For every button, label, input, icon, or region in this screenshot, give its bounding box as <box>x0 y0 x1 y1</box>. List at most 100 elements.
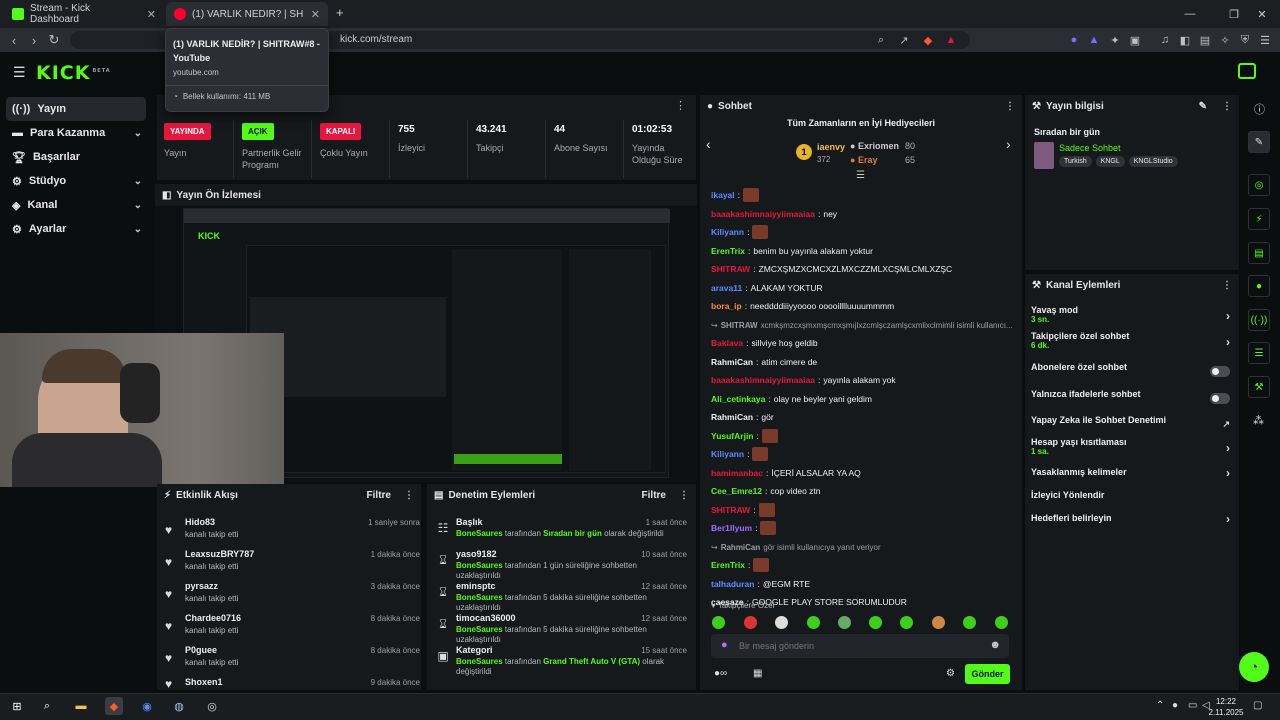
document-icon[interactable]: ▤ <box>1248 242 1270 264</box>
chat-username[interactable]: arava11 <box>711 283 742 293</box>
activity-user[interactable]: pyrsazz <box>185 581 218 591</box>
steam-icon[interactable]: ◍ <box>170 697 188 715</box>
chat-username[interactable]: baaakashimnaiyyiimaaiaa <box>711 375 815 385</box>
browser-tab-kick[interactable]: Stream - Kick Dashboard ✕ <box>4 2 164 26</box>
chat-username[interactable]: SHITRAW <box>711 505 750 515</box>
chat-emote[interactable] <box>753 558 770 572</box>
kick-logo[interactable]: KICK BETA <box>36 62 111 84</box>
chat-username[interactable]: baaakashimnaiyyiimaaiaa <box>711 209 815 219</box>
chat-username[interactable]: Baklava <box>711 338 743 348</box>
toggle-switch[interactable] <box>1210 393 1230 404</box>
search-icon[interactable]: ⌕ <box>38 697 56 715</box>
gifter-name[interactable]: Eray <box>858 155 878 165</box>
chat-emote[interactable] <box>752 447 769 461</box>
chat-input-box[interactable]: ● ☻ <box>711 634 1009 658</box>
system-clock[interactable]: 12:22 2.11.2025 <box>1206 696 1246 718</box>
vpn-icon[interactable]: ⛨ <box>1238 33 1252 47</box>
chat-username[interactable]: SHITRAW <box>721 321 758 330</box>
network-icon[interactable]: ▭ <box>1188 700 1197 711</box>
more-options-icon[interactable]: ⋮ <box>679 490 689 501</box>
list-icon[interactable]: ☰ <box>1248 342 1270 364</box>
emote-icon[interactable] <box>932 616 945 629</box>
sidebar-icon[interactable]: ◧ <box>1178 33 1192 47</box>
window-close-icon[interactable]: ✕ <box>1244 0 1280 28</box>
wrench-icon[interactable]: ⚒︎ <box>1248 376 1270 398</box>
tag[interactable]: KNGL <box>1095 156 1125 167</box>
kick-shortcut-icon[interactable] <box>1238 63 1256 79</box>
microphone-icon[interactable]: ● <box>1172 700 1178 711</box>
moderator-name[interactable]: BoneSaures <box>456 657 503 666</box>
emote-icon[interactable] <box>744 616 757 629</box>
edit-icon[interactable]: ✎ <box>1199 101 1207 112</box>
brave-shield-icon[interactable]: ◆ <box>921 33 935 47</box>
sidebar-item-ayarlar[interactable]: ⚙ Ayarlar ⌄ <box>6 217 146 241</box>
extension-icon[interactable]: ✦ <box>1108 33 1122 47</box>
sidebar-item-studyo[interactable]: ⚙ Stüdyo ⌄ <box>6 169 146 193</box>
gifter-name[interactable]: iaenvy <box>817 142 845 152</box>
points-icon[interactable]: ●∞ <box>714 668 727 679</box>
emote-icon[interactable] <box>775 616 788 629</box>
stream-category[interactable]: Sadece Sohbet <box>1059 143 1121 153</box>
chat-username[interactable]: Ber1llyum <box>711 523 752 533</box>
moderation-target[interactable]: eminsptc <box>456 581 496 591</box>
activity-user[interactable]: Shoxen1 <box>185 677 223 687</box>
ai-moderation-action[interactable]: Yapay Zeka ile Sohbet Denetimi ↗ <box>1031 415 1234 439</box>
account-age-action[interactable]: Hesap yaşı kısıtlaması 1 sa. › <box>1031 437 1234 461</box>
activity-user[interactable]: Hido83 <box>185 517 215 527</box>
extension-icon[interactable]: ● <box>1067 33 1081 47</box>
emote-icon[interactable] <box>900 616 913 629</box>
moderation-filter-button[interactable]: Filtre <box>642 490 666 501</box>
tray-chevron-icon[interactable]: ⌃ <box>1156 700 1164 711</box>
sidebar-item-para-kazanma[interactable]: ▬ Para Kazanma ⌄ <box>6 121 146 145</box>
emoji-icon[interactable]: ☻ <box>989 639 1001 651</box>
browser-tab-youtube[interactable]: (1) VARLIK NEDİR? | SHITRAW#8 ✕ <box>166 2 328 26</box>
share-icon[interactable]: ↗ <box>897 33 911 47</box>
chat-emote[interactable] <box>743 188 760 202</box>
chat-username[interactable]: ErenTrix <box>711 560 745 570</box>
file-explorer-icon[interactable]: ▬ <box>72 697 90 715</box>
chat-username[interactable]: ErenTrix <box>711 246 745 256</box>
support-chat-icon[interactable]: ◔ <box>1239 652 1269 682</box>
sidebar-item-kanal[interactable]: ◈ Kanal ⌄ <box>6 193 146 217</box>
chat-username[interactable]: RahmiCan <box>711 412 753 422</box>
emote-icon[interactable] <box>838 616 851 629</box>
chat-emote[interactable] <box>752 225 769 239</box>
obs-icon[interactable]: ◎ <box>203 697 221 715</box>
chat-username[interactable]: ikayal <box>711 190 735 200</box>
media-icon[interactable]: ♫ <box>1158 33 1172 47</box>
brave-browser-icon[interactable]: ◆ <box>105 697 123 715</box>
moderation-target[interactable]: yaso9182 <box>456 549 497 559</box>
chat-username[interactable]: RahmiCan <box>721 543 761 552</box>
mic-icon[interactable]: ● <box>721 639 728 651</box>
windows-start-icon[interactable]: ⊞ <box>8 697 26 715</box>
tag[interactable]: KNGLStudio <box>1128 156 1178 167</box>
chat-settings-icon[interactable]: ⚙ <box>946 668 955 679</box>
more-options-icon[interactable]: ⋮ <box>675 99 686 112</box>
minimize-icon[interactable]: — <box>1172 0 1208 28</box>
edit-layout-icon[interactable]: ✎ <box>1248 131 1270 153</box>
new-tab-icon[interactable]: + <box>336 5 344 20</box>
host-viewers-action[interactable]: İzleyici Yönlendir <box>1031 490 1234 514</box>
info-icon[interactable]: ⓘ <box>1254 101 1265 117</box>
zoom-icon[interactable]: ⌕ <box>874 33 888 47</box>
send-button[interactable]: Gönder <box>965 664 1010 684</box>
more-options-icon[interactable]: ⋮ <box>404 490 414 501</box>
emote-icon[interactable] <box>963 616 976 629</box>
sidebar-item-yayin[interactable]: ((·)) Yayın <box>6 97 146 121</box>
activity-user[interactable]: Chardee0716 <box>185 613 241 623</box>
emote-icon[interactable] <box>995 616 1008 629</box>
close-tab-icon[interactable]: ✕ <box>311 8 320 21</box>
followers-only-action[interactable]: Takipçilere özel sohbet 6 dk. › <box>1031 331 1234 355</box>
app-icon[interactable]: ◉ <box>138 697 156 715</box>
chevron-left-icon[interactable]: ‹ <box>706 136 711 152</box>
emote-icon[interactable] <box>869 616 882 629</box>
back-icon[interactable]: ‹ <box>4 28 24 52</box>
goals-action[interactable]: Hedefleri belirleyin › <box>1031 512 1234 537</box>
chat-username[interactable]: YusufArjin <box>711 431 754 441</box>
moderation-target[interactable]: timocan36000 <box>456 613 516 623</box>
tag[interactable]: Turkish <box>1059 156 1092 167</box>
chat-username[interactable]: hamimanbac <box>711 468 763 478</box>
moderator-name[interactable]: BoneSaures <box>456 625 503 634</box>
moderator-name[interactable]: BoneSaures <box>456 529 503 538</box>
broadcast-icon[interactable]: ((·)) <box>1248 309 1270 331</box>
